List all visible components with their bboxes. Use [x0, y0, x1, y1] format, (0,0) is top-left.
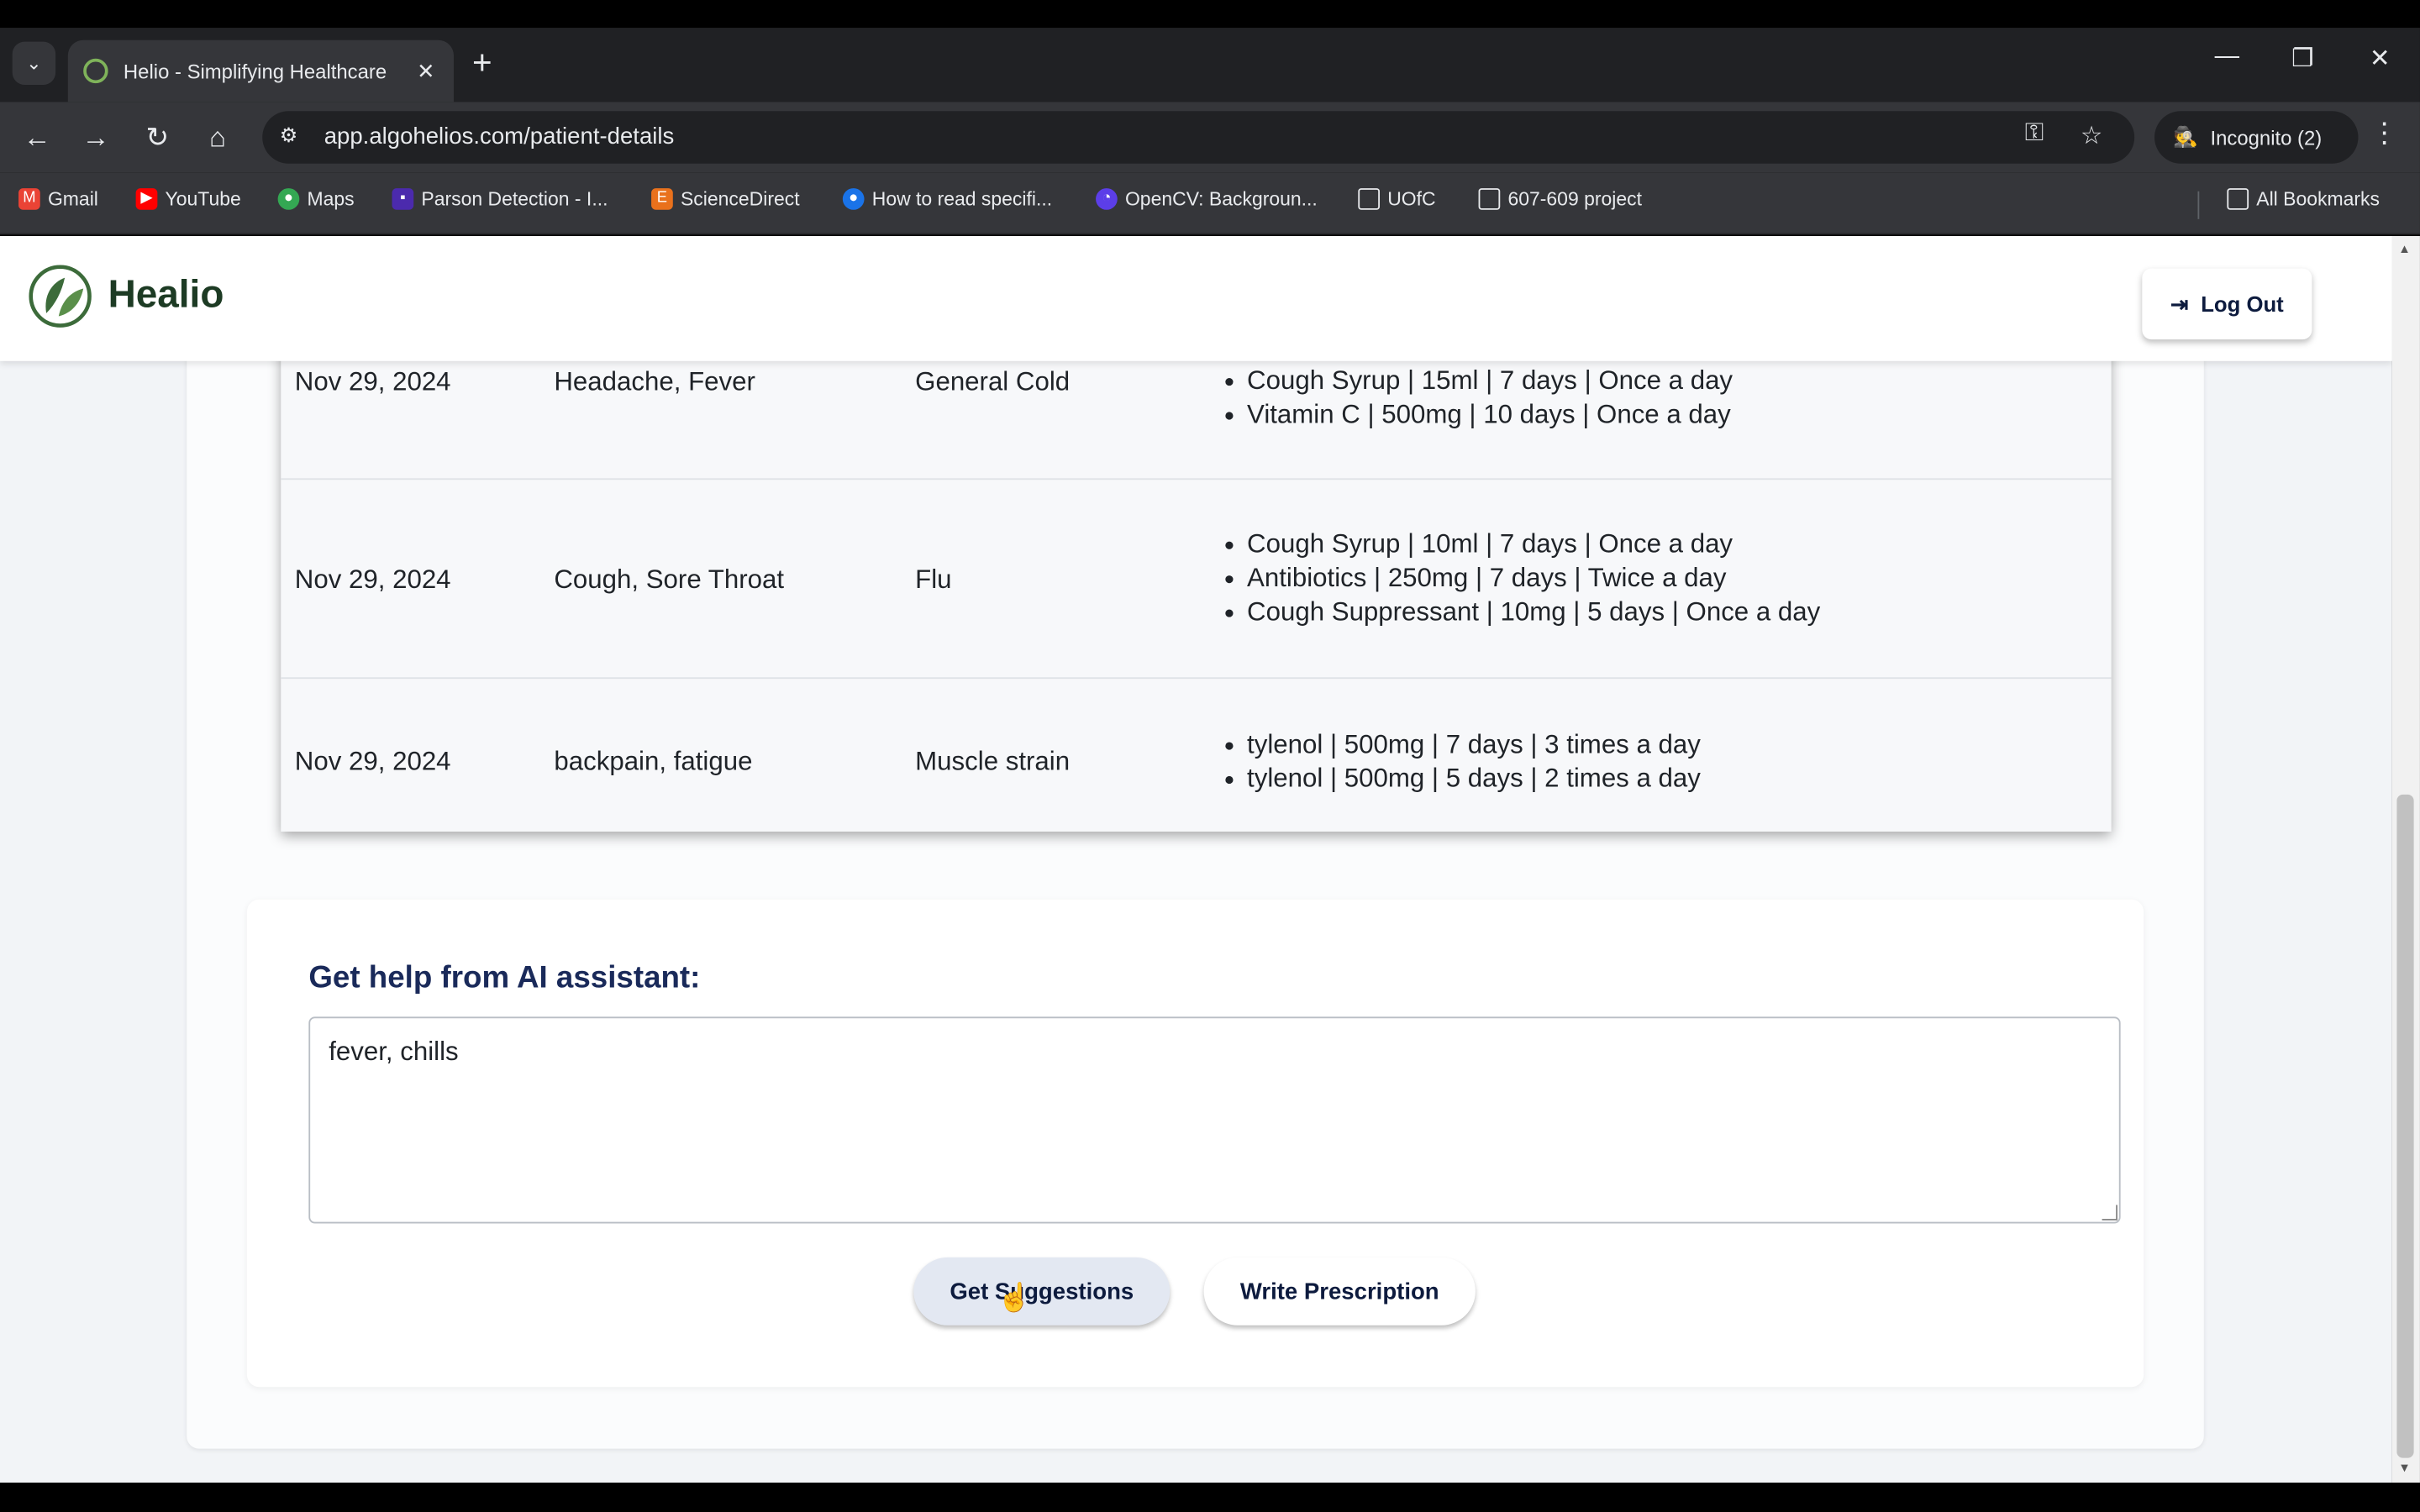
browser-toolbar: ← → ↻ ⌂ ⚙ app.algohelios.com/patient-det…	[0, 102, 2420, 173]
browser-tab-active[interactable]: Helio - Simplifying Healthcare ✕	[67, 39, 454, 102]
bookmark-label: How to read specifi...	[871, 188, 1053, 210]
all-bookmarks[interactable]: All Bookmarks	[2227, 188, 2380, 210]
forward-arrow-icon[interactable]: →	[77, 118, 114, 155]
medication-list: Cough Syrup | 10ml | 7 days | Once a day…	[1223, 528, 1821, 629]
get-suggestions-button[interactable]: Get Suggestions	[913, 1257, 1171, 1326]
visit-date: Nov 29, 2024	[294, 564, 451, 595]
bookmark-star-icon[interactable]: ☆	[2081, 120, 2102, 151]
bookmark-label: 607-609 project	[1507, 188, 1643, 210]
folder-icon	[1358, 188, 1381, 210]
maps-pin-icon: ●	[277, 188, 300, 210]
medication-item: tylenol | 500mg | 7 days | 3 times a day	[1223, 728, 1701, 762]
page-viewport: Nov 29, 2024 Headache, Fever General Col…	[0, 236, 2392, 1483]
incognito-indicator[interactable]: 🕵 Incognito (2)	[2154, 111, 2359, 164]
scroll-up-arrow-icon[interactable]: ▲	[2398, 242, 2411, 256]
back-arrow-icon[interactable]: ←	[18, 118, 55, 155]
logout-button[interactable]: ⇥ Log Out	[2142, 268, 2312, 340]
page-scrollbar[interactable]: ▲ ▼	[2391, 236, 2420, 1483]
bookmark-sciencedirect[interactable]: E ScienceDirect	[651, 188, 800, 210]
logout-label: Log Out	[2201, 291, 2284, 317]
restore-icon[interactable]: ❐	[2280, 43, 2326, 74]
bookmark-label: ScienceDirect	[680, 188, 800, 210]
incognito-label: Incognito (2)	[2210, 125, 2323, 150]
tab-title: Helio - Simplifying Healthcare	[123, 59, 387, 83]
medication-item: Cough Suppressant | 10mg | 5 days | Once…	[1223, 596, 1820, 629]
browser-tab-strip: ⌄ Helio - Simplifying Healthcare ✕ + — ❐…	[0, 28, 2420, 102]
bookmark-label: Maps	[307, 188, 355, 210]
visit-date: Nov 29, 2024	[294, 367, 451, 397]
table-row: Nov 29, 2024 backpain, fatigue Muscle st…	[281, 679, 2111, 832]
site-favicon-icon	[83, 58, 108, 84]
medication-item: Vitamin C | 500mg | 10 days | Once a day	[1223, 398, 1733, 432]
app-header: Healio ⇥ Log Out	[0, 236, 2392, 361]
write-prescription-button[interactable]: Write Prescription	[1203, 1257, 1476, 1326]
bookmark-label: YouTube	[165, 188, 241, 210]
bookmark-how-to-read[interactable]: ● How to read specifi...	[842, 188, 1053, 210]
medication-item: tylenol | 500mg | 5 days | 2 times a day	[1223, 762, 1701, 795]
mouse-pointer-icon: ☝	[997, 1282, 1032, 1314]
symptoms-input[interactable]: fever, chills	[308, 1016, 2121, 1224]
bookmark-parson-detection[interactable]: ▪ Parson Detection - I...	[392, 188, 608, 210]
medication-item: Cough Syrup | 10ml | 7 days | Once a day	[1223, 528, 1821, 561]
folder-icon	[1478, 188, 1501, 210]
ai-assistant-title: Get help from AI assistant:	[308, 961, 701, 995]
new-tab-plus-icon[interactable]: +	[472, 45, 492, 80]
minimize-icon[interactable]: —	[2204, 43, 2250, 71]
diagnosis: Flu	[915, 564, 952, 595]
folder-icon	[2227, 188, 2249, 210]
all-bookmarks-label: All Bookmarks	[2256, 188, 2380, 210]
bookmark-label: UOfC	[1387, 188, 1436, 210]
bookmarks-bar: M Gmail ▶ YouTube ● Maps ▪ Parson Detection …	[0, 172, 2420, 235]
password-key-icon[interactable]: ⚿	[2025, 120, 2044, 148]
table-row: Nov 29, 2024 Cough, Sore Throat Flu Coug…	[281, 480, 2112, 680]
medication-list: tylenol | 500mg | 7 days | 3 times a day…	[1223, 728, 1701, 796]
logout-icon: ⇥	[2170, 291, 2189, 316]
opencv-icon: ◔	[1096, 188, 1118, 210]
site-info-icon[interactable]: ⚙	[275, 123, 302, 151]
healio-leaf-logo-icon	[29, 265, 92, 328]
bookmark-gmail[interactable]: M Gmail	[18, 188, 98, 210]
brand-name: Healio	[108, 273, 224, 317]
medication-list: Cough Syrup | 15ml | 7 days | Once a day…	[1223, 364, 1733, 432]
bookmark-youtube[interactable]: ▶ YouTube	[135, 188, 241, 210]
visit-date: Nov 29, 2024	[294, 746, 451, 776]
tab-close-icon[interactable]: ✕	[413, 58, 438, 84]
sciencedirect-icon: E	[651, 188, 673, 210]
diagnosis: Muscle strain	[915, 746, 1071, 776]
window-close-icon[interactable]: ✕	[2357, 43, 2403, 74]
diagnosis: General Cold	[915, 367, 1071, 397]
bookmarks-separator	[2197, 191, 2200, 219]
home-icon[interactable]: ⌂	[199, 118, 236, 155]
textarea-resize-handle[interactable]	[2102, 1205, 2118, 1221]
tab-search-chevron-icon[interactable]: ⌄	[12, 41, 56, 86]
bookmark-favicon: ●	[842, 188, 865, 210]
bookmark-opencv[interactable]: ◔ OpenCV: Backgroun...	[1096, 188, 1318, 210]
address-bar[interactable]: ⚙ app.algohelios.com/patient-details ⚿ ☆	[262, 111, 2135, 164]
bookmark-label: OpenCV: Backgroun...	[1124, 188, 1318, 210]
medication-item: Antibiotics | 250mg | 7 days | Twice a d…	[1223, 562, 1821, 596]
medication-item: Cough Syrup | 15ml | 7 days | Once a day	[1223, 364, 1733, 397]
url-text[interactable]: app.algohelios.com/patient-details	[324, 123, 675, 150]
scroll-down-arrow-icon[interactable]: ▼	[2398, 1461, 2411, 1475]
bookmark-maps[interactable]: ● Maps	[277, 188, 355, 210]
incognito-icon: 🕵	[2173, 124, 2198, 149]
ai-assistant-panel: Get help from AI assistant: fever, chill…	[246, 899, 2144, 1388]
scrollbar-thumb[interactable]	[2396, 794, 2414, 1458]
bookmark-folder-project[interactable]: 607-609 project	[1478, 188, 1643, 210]
screen-bottom-bar	[0, 1483, 2420, 1512]
youtube-icon: ▶	[135, 188, 158, 210]
bookmark-label: Parson Detection - I...	[421, 188, 608, 210]
symptoms: Headache, Fever	[554, 367, 755, 397]
symptoms: backpain, fatigue	[554, 746, 753, 776]
reload-icon[interactable]: ↻	[139, 118, 176, 155]
symptoms: Cough, Sore Throat	[554, 564, 785, 595]
gmail-icon: M	[18, 188, 40, 210]
bookmark-folder-uofc[interactable]: UOfC	[1358, 188, 1436, 210]
browser-menu-icon[interactable]: ⋮	[2370, 118, 2398, 150]
bookmark-favicon: ▪	[392, 188, 414, 210]
bookmark-label: Gmail	[47, 188, 98, 210]
